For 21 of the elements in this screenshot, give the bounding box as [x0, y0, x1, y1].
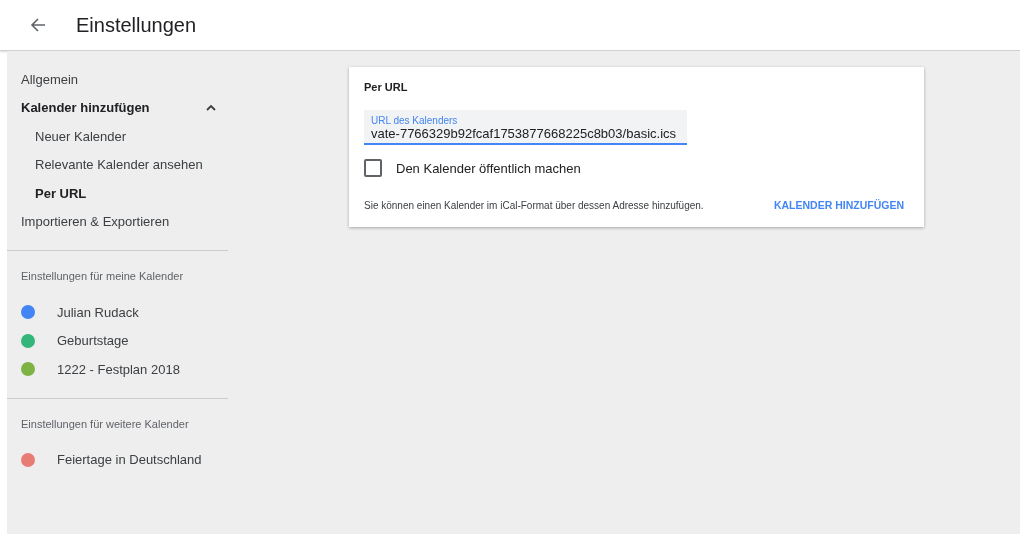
back-arrow-icon[interactable]: [30, 17, 46, 33]
checkbox-label[interactable]: Den Kalender öffentlich machen: [396, 160, 581, 176]
hint-text: Sie können einen Kalender im iCal-Format über dessen Adresse hinzufügen.: [364, 199, 704, 211]
nav-item[interactable]: Kalender hinzufügen: [7, 93, 228, 122]
card-title: Per URL: [364, 81, 409, 93]
nav-subitem[interactable]: Neuer Kalender: [7, 122, 228, 151]
calendar-name[interactable]: Julian Rudack: [57, 304, 139, 320]
nav-subitem[interactable]: Per URL: [7, 179, 228, 208]
nav-item[interactable]: Allgemein: [7, 65, 228, 94]
add-calendar-button[interactable]: KALENDER HINZUFÜGEN: [773, 199, 904, 211]
nav-subitem[interactable]: Relevante Kalender ansehen: [7, 150, 228, 179]
url-field[interactable]: URL des Kalenders vate-7766329b92fcaf1753877668225c8b03/basic.ics: [364, 110, 688, 145]
checkbox[interactable]: [364, 159, 382, 177]
calendar-name[interactable]: Geburtstage: [57, 333, 129, 349]
calendar-name[interactable]: Feiertage in Deutschland: [57, 452, 202, 468]
section-heading: Einstellungen für weitere Kalender: [20, 416, 190, 432]
calendar-name[interactable]: 1222 - Festplan 2018: [57, 361, 180, 377]
page-title: Einstellungen: [76, 13, 197, 37]
chevron-up-icon[interactable]: [206, 104, 216, 111]
nav-item[interactable]: Importieren & Exportieren: [7, 207, 228, 236]
section-heading: Einstellungen für meine Kalender: [20, 269, 185, 284]
